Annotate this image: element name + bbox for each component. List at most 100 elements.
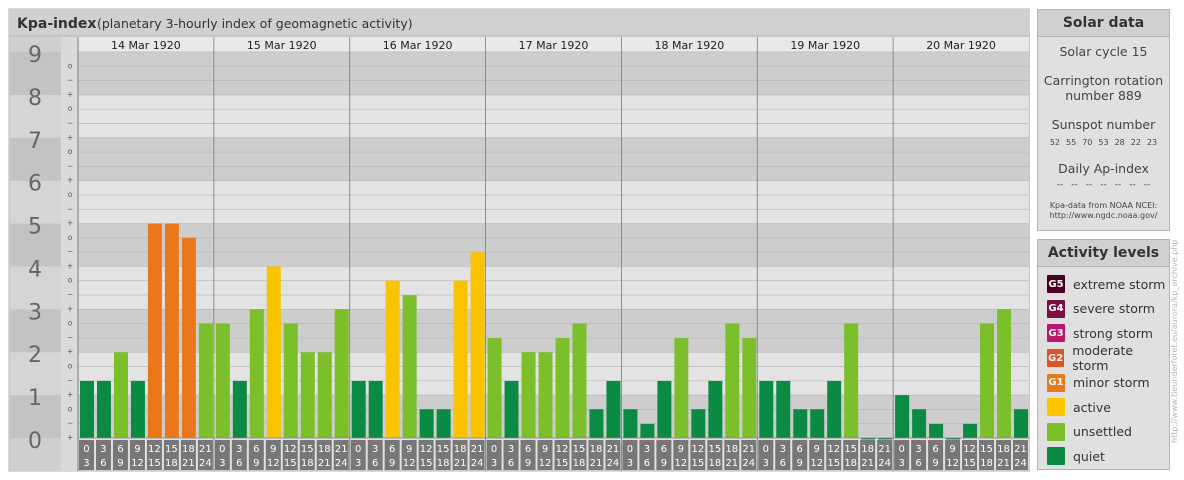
interval-start: 15	[980, 444, 993, 455]
interval-end: 12	[131, 458, 144, 469]
carrington-line-1: Carrington rotation	[1043, 73, 1164, 88]
activity-levels-panel: Activity levels G5 extreme storm G4 seve…	[1037, 239, 1170, 470]
level-label: severe storm	[1073, 301, 1155, 317]
interval-end: 21	[725, 458, 738, 469]
kp-bar	[300, 352, 315, 438]
kp-bar	[147, 223, 162, 438]
interval-start: 12	[148, 444, 161, 455]
interval-start: 21	[1014, 444, 1027, 455]
interval-start: 18	[725, 444, 738, 455]
kp-bar	[521, 352, 536, 438]
level-label: unsettled	[1073, 424, 1132, 440]
kp-bar	[80, 380, 94, 438]
kpa-chart: Kpa-index (planetary 3-hourly index of g…	[8, 8, 1030, 472]
interval-end: 9	[253, 458, 259, 469]
sub-tick-label: −	[67, 333, 73, 342]
y-tick-label: 6	[28, 172, 42, 197]
sub-tick-label: o	[68, 190, 73, 199]
interval-start: 12	[827, 444, 840, 455]
kp-bar	[759, 380, 774, 438]
kp-bar	[725, 323, 740, 438]
interval-start: 21	[742, 444, 755, 455]
interval-start: 0	[355, 444, 361, 455]
kp-bar	[368, 380, 383, 438]
sub-tick-label: −	[67, 118, 73, 127]
credit-line-1: Kpa-data from NOAA NCEI:	[1049, 201, 1158, 210]
kp-bar	[283, 323, 298, 438]
kp-bar	[640, 423, 655, 438]
interval-end: 18	[980, 458, 993, 469]
day-label: 18 Mar 1920	[654, 39, 724, 52]
interval-end: 18	[437, 458, 450, 469]
level-swatch	[1047, 447, 1065, 466]
level-severe-storm: G4 severe storm	[1038, 297, 1169, 322]
interval-end: 6	[236, 458, 242, 469]
level-label: active	[1073, 399, 1111, 415]
kp-bar	[793, 409, 808, 438]
interval-end: 12	[267, 458, 280, 469]
interval-start: 6	[661, 444, 667, 455]
solar-cycle: Solar cycle 15	[1059, 44, 1148, 59]
interval-start: 0	[219, 444, 225, 455]
interval-end: 24	[607, 458, 620, 469]
kp-bar	[912, 409, 927, 438]
interval-end: 12	[403, 458, 416, 469]
interval-end: 3	[763, 458, 769, 469]
interval-start: 6	[932, 444, 938, 455]
sub-tick-label: o	[68, 147, 73, 156]
ap-value: --	[1071, 180, 1078, 190]
kp-bar	[827, 380, 842, 438]
ap-value: --	[1143, 180, 1151, 190]
sub-tick-label: +	[67, 176, 73, 185]
interval-end: 21	[182, 458, 195, 469]
sub-tick-label: +	[67, 390, 73, 399]
interval-end: 3	[627, 458, 633, 469]
interval-start: 18	[454, 444, 467, 455]
interval-start: 18	[997, 444, 1010, 455]
level-swatch: G5	[1047, 275, 1065, 294]
interval-end: 15	[148, 458, 161, 469]
sub-tick-label: −	[67, 161, 73, 170]
interval-start: 0	[627, 444, 633, 455]
interval-end: 21	[861, 458, 874, 469]
y-tick-label: 2	[28, 343, 42, 368]
sub-tick-label: o	[68, 404, 73, 413]
ap-value: --	[1056, 180, 1064, 190]
credit-link[interactable]: http://www.ngdc.noaa.gov/	[1038, 211, 1169, 221]
interval-start: 9	[814, 444, 820, 455]
kp-bar	[555, 338, 570, 438]
sub-tick-label: +	[67, 261, 73, 270]
kp-bar	[317, 352, 332, 438]
interval-start: 3	[508, 444, 514, 455]
kp-band	[78, 94, 1029, 138]
interval-start: 12	[556, 444, 569, 455]
kp-bar	[266, 266, 281, 438]
sub-tick-label: o	[68, 233, 73, 242]
interval-end: 3	[898, 458, 904, 469]
kp-bar	[997, 309, 1012, 438]
interval-end: 6	[100, 458, 106, 469]
kp-band	[78, 266, 1029, 310]
level-unsettled: unsettled	[1038, 420, 1169, 445]
day-label: 14 Mar 1920	[111, 39, 181, 52]
kp-bar	[453, 280, 468, 438]
sub-tick-label: +	[67, 347, 73, 356]
kp-bar	[1014, 409, 1028, 438]
day-label: 17 Mar 1920	[519, 39, 589, 52]
interval-start: 21	[335, 444, 348, 455]
kp-bar	[623, 409, 638, 438]
sub-tick-label: o	[68, 276, 73, 285]
ap-value: --	[1100, 180, 1107, 190]
kp-bar	[181, 237, 196, 438]
kp-bar	[776, 380, 791, 438]
interval-end: 18	[165, 458, 178, 469]
sub-tick-label: o	[68, 61, 73, 70]
interval-start: 0	[763, 444, 769, 455]
interval-start: 0	[898, 444, 904, 455]
ap-label: Daily Ap-index	[1058, 161, 1149, 176]
level-minor-storm: G1 minor storm	[1038, 370, 1169, 395]
interval-start: 6	[797, 444, 803, 455]
interval-end: 24	[471, 458, 484, 469]
ap-value: --	[1085, 180, 1093, 190]
sub-tick-label: o	[68, 104, 73, 113]
